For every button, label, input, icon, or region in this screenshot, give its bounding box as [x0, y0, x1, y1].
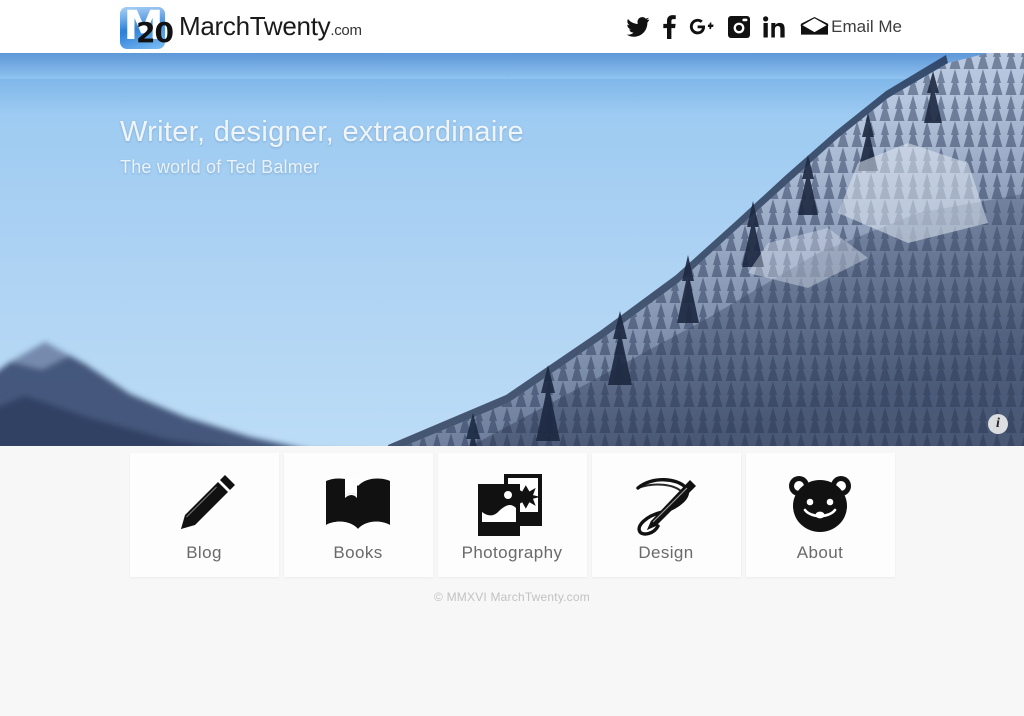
fountain-pen-icon [630, 469, 702, 541]
linkedin-icon[interactable] [763, 15, 786, 38]
nav-card-about[interactable]: About [745, 453, 895, 577]
hero-banner: Writer, designer, extraordinaire The wor… [0, 53, 1024, 446]
open-book-icon [323, 469, 393, 541]
nav-card-books[interactable]: Books [283, 453, 433, 577]
nav-card-label: About [796, 543, 844, 562]
email-me-link[interactable]: Email Me [800, 17, 902, 37]
brand-name-part2: Twenty [249, 11, 331, 41]
info-icon[interactable]: i [988, 414, 1008, 434]
photos-icon [474, 469, 550, 541]
instagram-icon[interactable] [728, 15, 751, 38]
nav-card-photography[interactable]: Photography [437, 453, 587, 577]
brand-name-part1: March [179, 11, 250, 41]
hero-headline: Writer, designer, extraordinaire [120, 116, 524, 148]
nav-cards: Blog Books Photography Design About [0, 453, 1024, 577]
nav-card-label: Design [638, 543, 694, 562]
nav-card-label: Blog [186, 543, 222, 562]
brand-wordmark: MarchTwenty.com [179, 11, 362, 42]
twitter-icon[interactable] [626, 16, 650, 37]
email-me-label: Email Me [831, 16, 902, 36]
nav-card-label: Photography [461, 543, 563, 562]
site-header: M 20 MarchTwenty.com Email Me [0, 0, 1024, 53]
social-links: Email Me [626, 0, 902, 53]
hero-subheadline: The world of Ted Balmer [120, 157, 320, 177]
pencil-icon [168, 469, 240, 541]
nav-card-design[interactable]: Design [591, 453, 741, 577]
nav-card-blog[interactable]: Blog [129, 453, 279, 577]
hero-mountain-left [0, 342, 292, 446]
footer-copyright: © MMXVI MarchTwenty.com [434, 590, 590, 604]
marchtwenty-logo-mark: M 20 [118, 4, 174, 50]
nav-card-label: Books [333, 543, 383, 562]
logo-number-20: 20 [136, 15, 174, 49]
brand-logo-link[interactable]: M 20 MarchTwenty.com [118, 0, 362, 53]
envelope-icon [800, 17, 829, 36]
facebook-icon[interactable] [663, 14, 676, 39]
hero-mountain-right [388, 53, 1024, 446]
bear-face-icon [785, 469, 855, 541]
googleplus-icon[interactable] [689, 16, 715, 38]
brand-name-suffix: .com [330, 22, 362, 39]
